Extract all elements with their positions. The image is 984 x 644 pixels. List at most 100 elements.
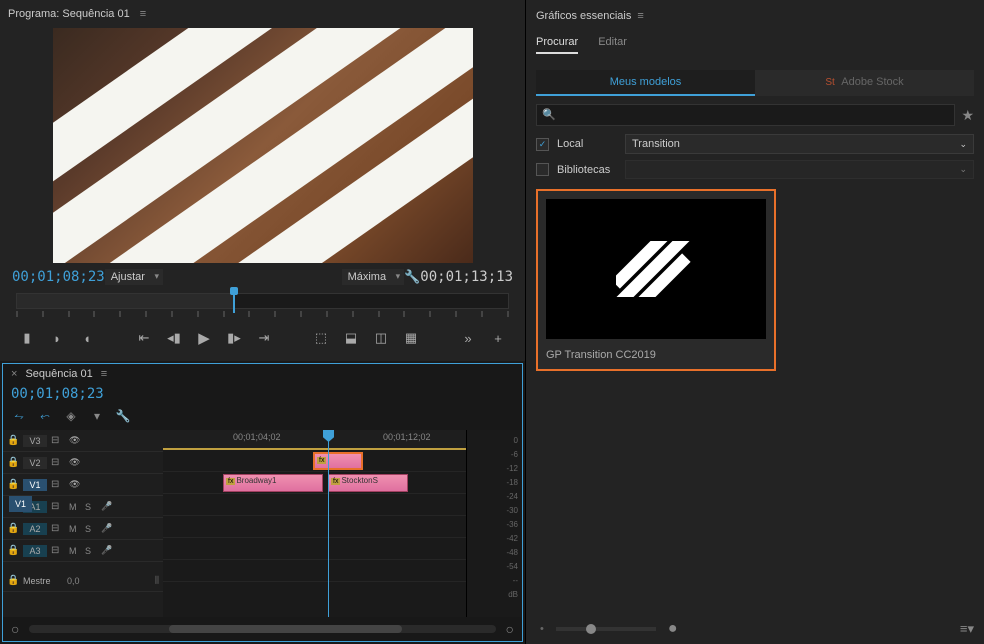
subtab-adobe-stock[interactable]: St Adobe Stock (755, 70, 974, 96)
marker-tool-icon[interactable]: ◈ (63, 408, 79, 424)
add-button-icon[interactable]: + (489, 329, 507, 347)
timeline-ruler[interactable]: 00;01;04;02 00;01;12;02 (163, 430, 466, 450)
search-input[interactable] (536, 104, 955, 126)
master-value[interactable]: 0,0 (67, 576, 80, 586)
timeline-zoom-scrollbar[interactable] (29, 625, 495, 633)
sequence-tab-title[interactable]: Sequência 01 (25, 368, 92, 380)
voice-icon[interactable]: 🎤 (101, 545, 112, 556)
favorites-star-icon[interactable]: ★ (961, 107, 974, 124)
lock-icon[interactable]: 🔒 (7, 523, 19, 534)
button-editor-icon[interactable]: » (459, 329, 477, 347)
timeline-wrench-icon[interactable]: 🔧 (115, 408, 131, 424)
comparison-icon[interactable]: ▦ (402, 329, 420, 347)
go-to-in-icon[interactable]: ⇤ (135, 329, 153, 347)
lift-icon[interactable]: ⬚ (312, 329, 330, 347)
eye-icon[interactable]: 👁 (69, 479, 83, 490)
extract-icon[interactable]: ⬓ (342, 329, 360, 347)
mute-button[interactable]: M (69, 502, 81, 512)
voice-icon[interactable]: 🎤 (101, 523, 112, 534)
zoom-out-dot-icon[interactable]: • (540, 623, 544, 635)
tab-browse[interactable]: Procurar (536, 36, 578, 54)
track-header-v2[interactable]: 🔒 V2 ⊟ 👁 (3, 452, 163, 474)
clip-stockton[interactable]: fxStocktonS (328, 474, 408, 492)
track-label-v1[interactable]: V1 (23, 479, 47, 491)
track-label-a3[interactable]: A3 (23, 545, 47, 557)
close-tab-icon[interactable]: × (11, 368, 17, 380)
v1-source-patch[interactable]: V1 (9, 496, 32, 512)
lock-icon[interactable]: 🔒 (7, 479, 19, 490)
voice-icon[interactable]: 🎤 (101, 501, 112, 512)
clip-transition[interactable]: fx (313, 452, 363, 470)
track-lane-a1[interactable] (163, 516, 466, 538)
solo-button[interactable]: S (85, 502, 97, 512)
libraries-dropdown[interactable]: ⌄ (625, 160, 974, 179)
thumbnail-size-slider[interactable] (556, 627, 656, 631)
track-label-v3[interactable]: V3 (23, 435, 47, 447)
marker-icon[interactable]: ▮ (18, 329, 36, 347)
export-frame-icon[interactable]: ◫ (372, 329, 390, 347)
sort-icon[interactable]: ≡▾ (960, 621, 974, 637)
tab-edit[interactable]: Editar (598, 36, 627, 54)
track-label-v2[interactable]: V2 (23, 457, 47, 469)
snap-icon[interactable]: ⥊ (11, 408, 27, 424)
timeline-settings-icon[interactable]: ▾ (89, 408, 105, 424)
sync-lock-icon[interactable]: ⊟ (51, 545, 65, 556)
timeline-zoom-in-icon[interactable]: ○ (506, 621, 514, 637)
panel-menu-icon[interactable]: ≡ (140, 8, 146, 20)
track-label-a2[interactable]: A2 (23, 523, 47, 535)
timeline-tracks-area[interactable]: 00;01;04;02 00;01;12;02 fx fxBroadway1 f… (163, 430, 466, 617)
sync-lock-icon[interactable]: ⊟ (51, 479, 65, 490)
zoom-in-dot-icon[interactable]: ● (668, 620, 678, 638)
sync-lock-icon[interactable]: ⊟ (51, 501, 65, 512)
template-item-selected[interactable]: GP Transition CC2019 (536, 189, 776, 371)
track-header-a3[interactable]: 🔒 A3 ⊟ M S 🎤 (3, 540, 163, 562)
subtab-my-templates[interactable]: Meus modelos (536, 70, 755, 96)
settings-wrench-icon[interactable]: 🔧 (404, 269, 420, 285)
quality-dropdown[interactable]: Máxima (342, 269, 405, 285)
playhead[interactable] (328, 430, 329, 617)
lock-icon[interactable]: 🔒 (7, 435, 19, 446)
track-lane-a3[interactable] (163, 560, 466, 582)
eye-icon[interactable]: 👁 (69, 457, 83, 468)
mute-button[interactable]: M (69, 524, 81, 534)
step-back-icon[interactable]: ◂▮ (165, 329, 183, 347)
track-header-a2[interactable]: 🔒 A2 ⊟ M S 🎤 (3, 518, 163, 540)
solo-button[interactable]: S (85, 546, 97, 556)
linked-selection-icon[interactable]: ⬿ (37, 408, 53, 424)
sync-lock-icon[interactable]: ⊟ (51, 435, 65, 446)
track-lane-v2[interactable]: fxBroadway1 fxStocktonS (163, 472, 466, 494)
eye-icon[interactable]: 👁 (69, 435, 83, 446)
track-header-v1[interactable]: 🔒 V1 ⊟ 👁 (3, 474, 163, 496)
lock-icon[interactable]: 🔒 (7, 575, 19, 586)
eg-menu-icon[interactable]: ≡ (637, 10, 643, 22)
eg-source-tabs: Meus modelos St Adobe Stock (536, 70, 974, 96)
solo-button[interactable]: S (85, 524, 97, 534)
in-point-icon[interactable]: ◗ (48, 329, 66, 347)
lock-icon[interactable]: 🔒 (7, 545, 19, 556)
current-timecode[interactable]: 00;01;08;23 (12, 269, 105, 285)
go-to-out-icon[interactable]: ⇥ (255, 329, 273, 347)
track-lane-a2[interactable] (163, 538, 466, 560)
program-scrubber[interactable] (16, 293, 509, 309)
track-lane-v3[interactable]: fx (163, 450, 466, 472)
lock-icon[interactable]: 🔒 (7, 457, 19, 468)
fit-dropdown[interactable]: Ajustar (105, 269, 163, 285)
master-meter-icon[interactable]: ⫼ (155, 575, 159, 586)
track-lane-v1[interactable] (163, 494, 466, 516)
play-button[interactable]: ▶ (195, 329, 213, 347)
category-dropdown[interactable]: Transition ⌄ (625, 134, 974, 154)
timeline-zoom-out-icon[interactable]: ○ (11, 621, 19, 637)
local-checkbox[interactable] (536, 138, 549, 151)
track-header-master[interactable]: 🔒 Mestre 0,0 ⫼ (3, 570, 163, 592)
libraries-checkbox[interactable] (536, 163, 549, 176)
step-forward-icon[interactable]: ▮▸ (225, 329, 243, 347)
timeline-timecode[interactable]: 00;01;08;23 (11, 386, 104, 402)
sync-lock-icon[interactable]: ⊟ (51, 457, 65, 468)
clip-broadway[interactable]: fxBroadway1 (223, 474, 323, 492)
mute-button[interactable]: M (69, 546, 81, 556)
out-point-icon[interactable]: ◖ (78, 329, 96, 347)
timeline-menu-icon[interactable]: ≡ (101, 368, 107, 380)
sync-lock-icon[interactable]: ⊟ (51, 523, 65, 534)
program-monitor-viewport[interactable] (53, 28, 473, 263)
track-header-v3[interactable]: 🔒 V3 ⊟ 👁 (3, 430, 163, 452)
